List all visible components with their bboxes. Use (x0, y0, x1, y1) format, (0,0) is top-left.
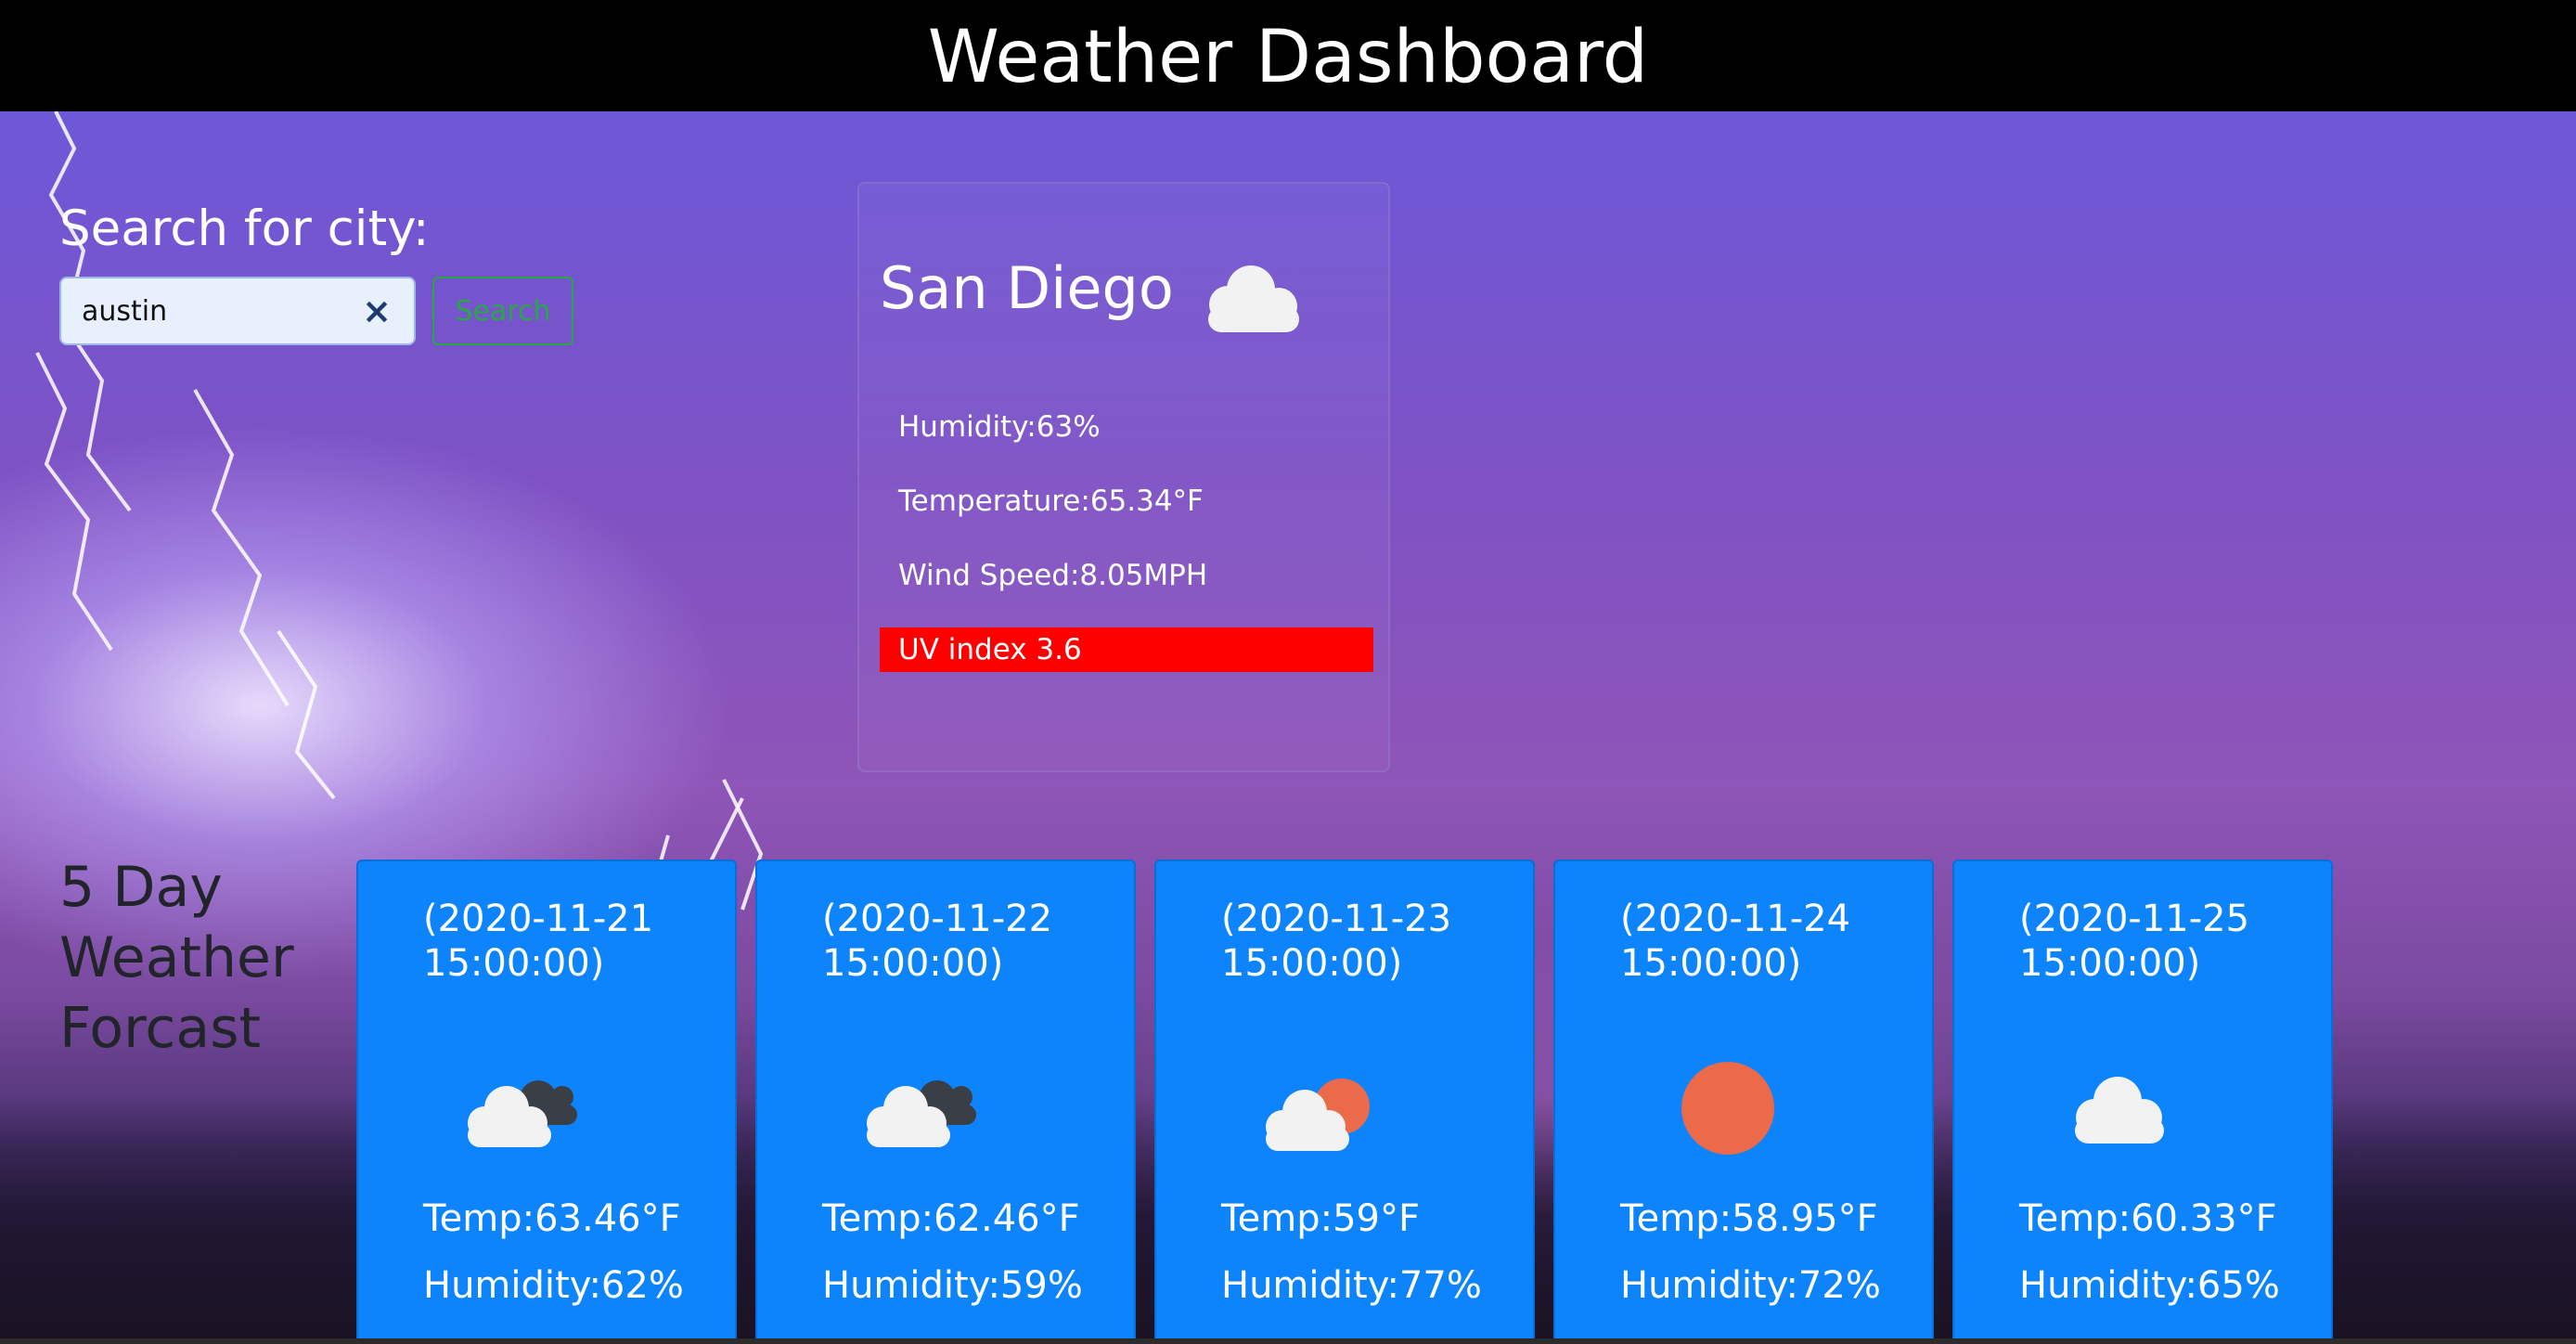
forecast-temp: Temp:62.46°F (822, 1197, 1080, 1240)
city-name: San Diego (880, 254, 1174, 322)
forecast-date: (2020-11-24 15:00:00) (1620, 898, 1851, 985)
forecast-date: (2020-11-23 15:00:00) (1221, 898, 1452, 985)
forecast-card: (2020-11-24 15:00:00) Temp:58.95°F Humid… (1553, 859, 1934, 1344)
broken-clouds-icon (867, 1080, 976, 1147)
search-input[interactable] (82, 278, 360, 343)
search-button[interactable]: Search (432, 277, 573, 345)
current-humidity: Humidity:63% (898, 410, 1101, 444)
forecast-date: (2020-11-21 15:00:00) (423, 898, 654, 985)
search-label: Search for city: (59, 200, 430, 257)
forecast-card: (2020-11-21 15:00:00) Temp:63.46°F Humid… (356, 859, 737, 1344)
sun-icon (1681, 1062, 1774, 1155)
current-temperature: Temperature:65.34°F (898, 485, 1204, 518)
uv-index-badge: UV index 3.6 (880, 627, 1373, 672)
frame-border (0, 1338, 2576, 1344)
forecast-humidity: Humidity:59% (822, 1264, 1083, 1307)
page-title: Weather Dashboard (927, 16, 1649, 99)
forecast-date: (2020-11-25 15:00:00) (2019, 898, 2250, 985)
current-weather-card: San Diego Humidity:63% Temperature:65.34… (857, 182, 1390, 772)
forecast-temp: Temp:60.33°F (2019, 1197, 2277, 1240)
current-wind-speed: Wind Speed:8.05MPH (898, 559, 1208, 592)
cloud-icon (1208, 265, 1299, 332)
app-header: Weather Dashboard (0, 0, 2576, 111)
forecast-temp: Temp:59°F (1221, 1197, 1420, 1240)
forecast-date: (2020-11-22 15:00:00) (822, 898, 1053, 985)
broken-clouds-icon (468, 1080, 577, 1147)
forecast-card: (2020-11-22 15:00:00) Temp:62.46°F Humid… (755, 859, 1136, 1344)
forecast-card: (2020-11-23 15:00:00) Temp:59°F Humidity… (1154, 859, 1535, 1344)
forecast-temp: Temp:63.46°F (423, 1197, 681, 1240)
forecast-temp: Temp:58.95°F (1620, 1197, 1878, 1240)
forecast-humidity: Humidity:65% (2019, 1264, 2280, 1307)
forecast-humidity: Humidity:77% (1221, 1264, 1482, 1307)
forecast-card: (2020-11-25 15:00:00) Temp:60.33°F Humid… (1952, 859, 2333, 1344)
search-field[interactable]: × (59, 277, 416, 345)
forecast-humidity: Humidity:72% (1620, 1264, 1881, 1307)
cloud-icon (2075, 1077, 2164, 1144)
forecast-title: 5 Day Weather Forcast (59, 855, 294, 1061)
partly-cloudy-icon (1266, 1079, 1370, 1151)
forecast-humidity: Humidity:62% (423, 1264, 684, 1307)
clear-icon[interactable]: × (362, 291, 392, 330)
